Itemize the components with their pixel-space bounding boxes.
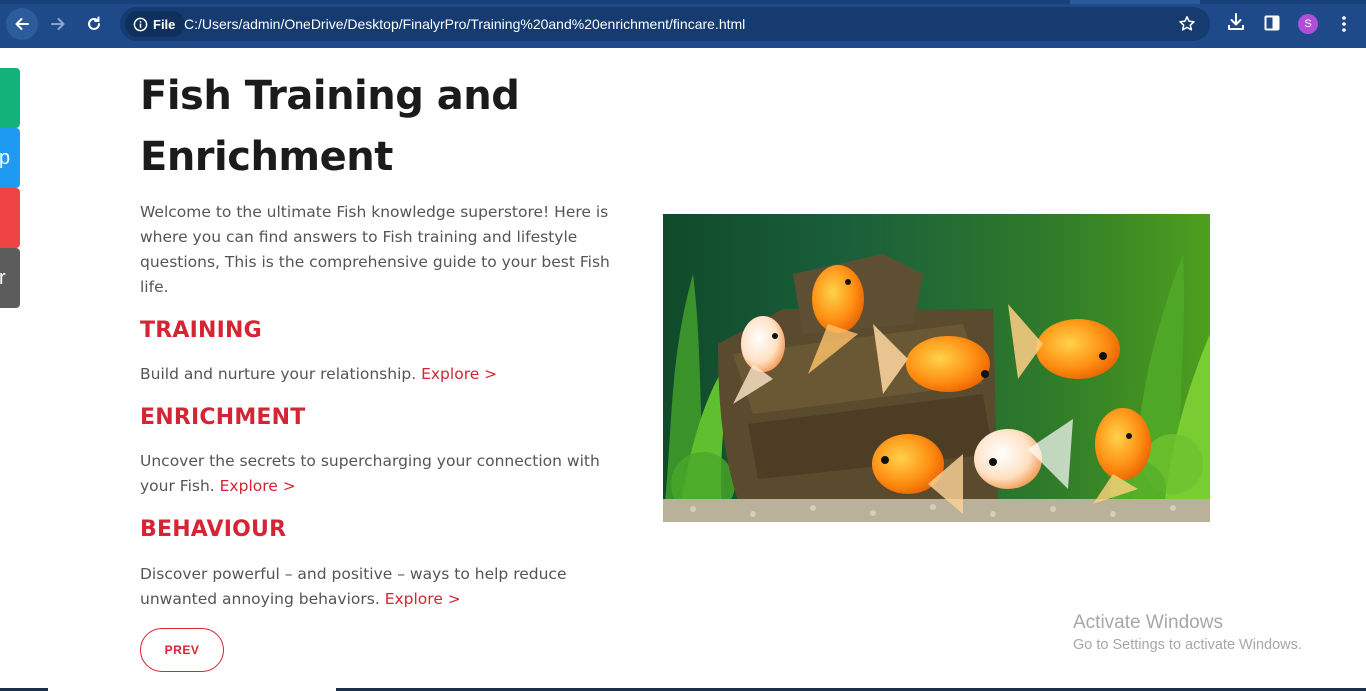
arrow-left-icon [15,18,29,30]
behaviour-description: Discover powerful – and positive – ways … [140,565,567,608]
browser-toolbar: File C:/Users/admin/OneDrive/Desktop/Fin… [0,0,1366,48]
tab-strip-edge [0,0,1366,4]
share-button-red[interactable] [0,188,20,248]
site-info-chip[interactable]: File [125,11,186,37]
explore-link-training[interactable]: Explore > [421,365,497,383]
share-grey-icon: r [0,266,6,289]
section-heading-training: TRAINING [140,318,262,343]
training-description: Build and nurture your relationship. [140,365,422,383]
section-text-behaviour: Discover powerful – and positive – ways … [140,562,626,612]
file-chip-label: File [153,16,176,32]
bookmark-star-icon[interactable] [1178,15,1196,33]
enrichment-description: Uncover the secrets to supercharging you… [140,452,600,495]
more-menu-icon[interactable] [1336,14,1352,34]
forward-button[interactable] [42,8,74,40]
address-bar[interactable]: File C:/Users/admin/OneDrive/Desktop/Fin… [120,7,1210,41]
goldfish-aquarium-image [663,214,1210,522]
share-blue-icon: p [0,146,11,169]
share-button-blue[interactable]: p [0,128,20,188]
arrow-right-icon [51,18,65,30]
download-icon[interactable] [1227,12,1245,32]
activate-windows-title: Activate Windows [1073,612,1223,633]
info-icon [133,17,148,31]
url-text[interactable]: C:/Users/admin/OneDrive/Desktop/FinalyrP… [184,16,745,32]
side-panel-icon[interactable] [1264,15,1280,31]
section-text-training: Build and nurture your relationship. Exp… [140,362,626,387]
share-button-green[interactable] [0,68,20,128]
intro-paragraph: Welcome to the ultimate Fish knowledge s… [140,203,610,296]
page-title: Fish Training and Enrichment [140,73,520,180]
explore-link-enrichment[interactable]: Explore > [220,477,296,495]
section-heading-enrichment: ENRICHMENT [140,405,306,430]
share-button-grey[interactable]: r [0,248,20,308]
section-text-enrichment: Uncover the secrets to supercharging you… [140,449,626,499]
reload-button[interactable] [78,8,110,40]
section-heading-behaviour: BEHAVIOUR [140,517,287,542]
activate-windows-subtitle: Go to Settings to activate Windows. [1073,637,1302,653]
profile-avatar[interactable]: S [1298,14,1318,34]
prev-button[interactable]: PREV [140,628,224,672]
explore-link-behaviour[interactable]: Explore > [385,590,461,608]
back-button[interactable] [6,8,38,40]
reload-icon [88,16,100,30]
